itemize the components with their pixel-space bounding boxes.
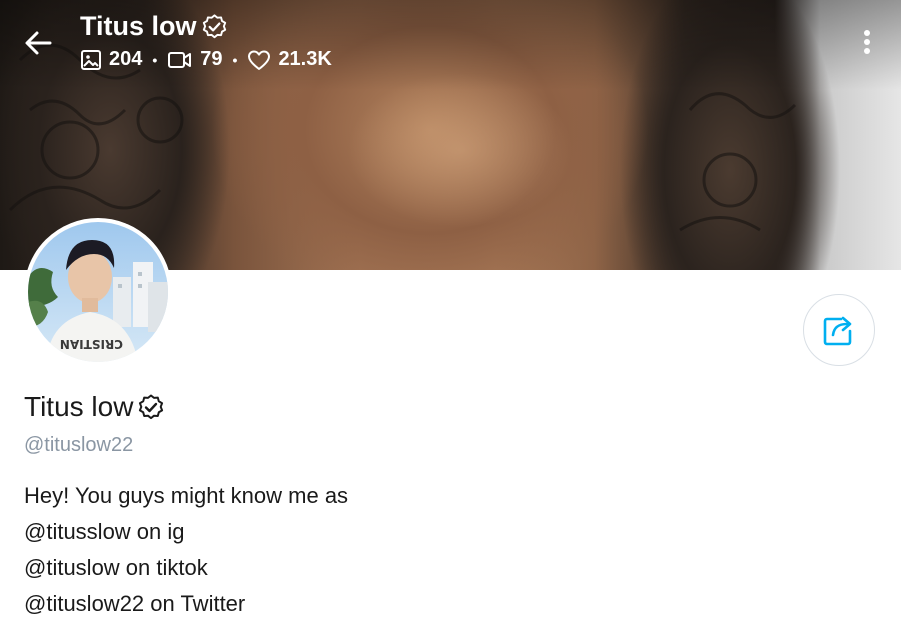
share-button[interactable] [803,294,875,366]
bio-line: @tituslow on tiktok [24,555,208,580]
verified-badge-icon [139,394,164,420]
profile-name: Titus low [24,391,165,423]
profile-bio: Hey! You guys might know me as @titusslo… [24,478,348,622]
likes-count[interactable]: 21.3K [247,48,332,71]
avatar[interactable]: CRISTIAN [24,218,172,366]
arrow-left-icon[interactable] [22,27,54,59]
stats-separator: • [232,51,238,68]
more-vertical-icon[interactable] [857,28,877,56]
videos-count-value: 79 [200,48,223,70]
header-title: Titus low [80,11,228,42]
avatar-shirt-text: CRISTIAN [60,337,123,351]
profile-handle: @tituslow22 [24,434,134,456]
heart-icon [248,50,271,70]
videos-count[interactable]: 79 [167,48,223,71]
header-title-text: Titus low [80,11,197,41]
verified-badge-icon [202,14,226,39]
image-icon [81,49,101,70]
bio-line: Hey! You guys might know me as [24,483,349,508]
header-stats: 204 • 79 • 21.3K [80,48,332,71]
top-bar: Titus low 204 • 79 • 21.3K [0,0,901,90]
bio-line: @titusslow on ig [24,519,185,544]
photos-count[interactable]: 204 [80,48,142,71]
profile-name-text: Titus low [24,391,134,422]
bio-line: @tituslow22 on Twitter [24,591,246,616]
stats-separator: • [152,51,158,68]
video-icon [168,51,192,68]
likes-count-value: 21.3K [278,48,332,70]
photos-count-value: 204 [109,48,143,70]
avatar-image: CRISTIAN [28,222,168,362]
share-icon [823,316,852,346]
